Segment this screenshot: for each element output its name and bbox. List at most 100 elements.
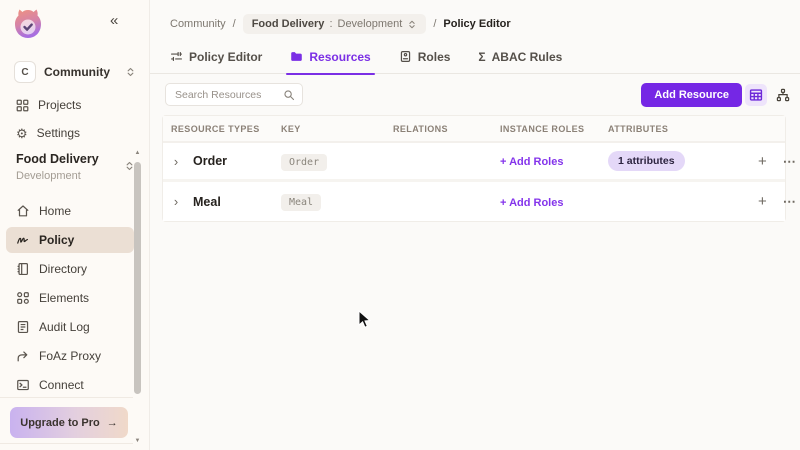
row-menu-icon[interactable]: ⋯	[783, 155, 797, 168]
breadcrumb-separator: /	[433, 18, 436, 30]
updown-caret-icon	[125, 66, 136, 78]
toolbar: Add Resource	[150, 83, 800, 109]
scrollbar-thumb[interactable]	[134, 162, 141, 394]
expand-chevron-icon[interactable]: ›	[171, 154, 181, 169]
resource-key-badge: Order	[281, 154, 327, 171]
upgrade-to-pro-button[interactable]: Upgrade to Pro →	[10, 407, 128, 438]
sidebar-item-label: Connect	[39, 378, 84, 392]
tab-policy-editor[interactable]: Policy Editor	[170, 45, 262, 74]
view-toggle	[745, 84, 794, 106]
permit-logo-icon[interactable]	[10, 6, 46, 42]
sidebar-item-projects[interactable]: Projects	[6, 92, 134, 118]
directory-book-icon	[16, 262, 30, 276]
arrow-right-icon: →	[107, 417, 118, 429]
sidebar-item-label: Directory	[39, 262, 87, 276]
resource-name[interactable]: Meal	[193, 195, 221, 209]
search-input[interactable]	[166, 89, 283, 101]
row-add-icon[interactable]: +	[758, 194, 767, 209]
sidebar-item-label: Elements	[39, 291, 89, 305]
column-header: RESOURCE TYPES	[171, 124, 281, 134]
expand-chevron-icon[interactable]: ›	[171, 194, 181, 209]
sidebar-item-settings[interactable]: ⚙ Settings	[6, 120, 134, 146]
sidebar-item-foaz-proxy[interactable]: FoAz Proxy	[6, 343, 134, 369]
grid-icon	[16, 99, 29, 112]
folder-icon	[290, 50, 303, 63]
breadcrumb-environment: Development	[338, 18, 403, 30]
main-content: Community / Food Delivery : Development …	[150, 0, 800, 450]
column-header: RELATIONS	[393, 124, 500, 134]
sidebar-item-connect[interactable]: Connect	[6, 372, 134, 398]
row-add-icon[interactable]: +	[758, 154, 767, 169]
column-header: INSTANCE ROLES	[500, 124, 608, 134]
table-header-row: RESOURCE TYPES KEY RELATIONS INSTANCE RO…	[163, 116, 785, 143]
signature-icon	[16, 233, 30, 247]
sidebar-item-label: Projects	[38, 98, 81, 112]
table-view-button[interactable]	[745, 84, 767, 106]
resources-table: RESOURCE TYPES KEY RELATIONS INSTANCE RO…	[162, 115, 786, 222]
breadcrumb: Community / Food Delivery : Development …	[170, 14, 511, 34]
search-icon[interactable]	[283, 89, 295, 101]
tab-label: Policy Editor	[189, 50, 262, 64]
proxy-arrow-icon	[16, 349, 30, 363]
sidebar-scrollbar[interactable]: ▲ ▼	[133, 150, 142, 446]
add-roles-link[interactable]: + Add Roles	[500, 156, 563, 168]
sliders-icon	[170, 50, 183, 63]
tab-roles[interactable]: Roles	[399, 45, 451, 74]
sidebar-item-policy[interactable]: Policy	[6, 227, 134, 253]
table-row: › Meal Meal + Add Roles + ⋯	[163, 182, 785, 221]
sidebar-item-label: Policy	[39, 233, 74, 247]
tab-bar: Policy Editor Resources Roles Σ ABAC Rul…	[150, 45, 800, 74]
sidebar-item-audit-log[interactable]: Audit Log	[6, 314, 134, 340]
breadcrumb-page: Policy Editor	[443, 18, 510, 30]
search-box	[165, 83, 303, 106]
updown-caret-icon	[407, 19, 417, 30]
graph-view-button[interactable]	[772, 84, 794, 106]
resource-name[interactable]: Order	[193, 154, 227, 168]
terminal-icon	[16, 378, 30, 392]
sidebar-item-elements[interactable]: Elements	[6, 285, 134, 311]
divider	[0, 443, 133, 444]
sidebar: « C Community Projects ⚙ Settings Food D…	[0, 0, 150, 450]
column-header: ATTRIBUTES	[608, 124, 758, 134]
add-roles-link[interactable]: + Add Roles	[500, 197, 563, 209]
project-environment: Development	[16, 170, 134, 182]
table-view-icon	[749, 88, 763, 102]
badge-icon	[399, 50, 412, 63]
workspace-name: Community	[44, 65, 117, 79]
divider	[0, 397, 133, 398]
sidebar-item-label: Home	[39, 204, 71, 218]
add-resource-button[interactable]: Add Resource	[641, 83, 742, 107]
sidebar-item-label: Settings	[37, 126, 80, 140]
sidebar-item-label: FoAz Proxy	[39, 349, 101, 363]
scroll-up-icon[interactable]: ▲	[134, 150, 141, 156]
sidebar-item-directory[interactable]: Directory	[6, 256, 134, 282]
resource-key-badge: Meal	[281, 194, 321, 211]
breadcrumb-root[interactable]: Community	[170, 18, 226, 30]
tab-label: Roles	[418, 50, 451, 64]
app-window: « C Community Projects ⚙ Settings Food D…	[0, 0, 800, 450]
sitemap-icon	[776, 88, 790, 102]
tab-resources[interactable]: Resources	[290, 45, 370, 74]
table-row: › Order Order + Add Roles 1 attributes +…	[163, 143, 785, 182]
audit-log-icon	[16, 320, 30, 334]
workspace-avatar: C	[14, 61, 36, 83]
workspace-selector[interactable]: C Community	[14, 60, 136, 84]
attributes-badge[interactable]: 1 attributes	[608, 151, 685, 171]
breadcrumb-colon: :	[329, 18, 332, 30]
sidebar-item-home[interactable]: Home	[6, 198, 134, 224]
breadcrumb-project-env-selector[interactable]: Food Delivery : Development	[243, 14, 427, 34]
home-icon	[16, 204, 30, 218]
tab-abac-rules[interactable]: Σ ABAC Rules	[478, 45, 562, 74]
gear-icon: ⚙	[16, 127, 28, 140]
elements-icon	[16, 291, 30, 305]
sigma-icon: Σ	[478, 50, 485, 64]
project-selector[interactable]: Food Delivery Development	[16, 152, 134, 182]
tab-label: Resources	[309, 50, 370, 64]
tab-label: ABAC Rules	[492, 50, 563, 64]
scroll-down-icon[interactable]: ▼	[134, 438, 141, 444]
row-menu-icon[interactable]: ⋯	[783, 195, 797, 208]
sidebar-item-label: Audit Log	[39, 320, 90, 334]
project-name: Food Delivery	[16, 152, 134, 166]
sidebar-collapse-icon[interactable]: «	[110, 12, 116, 29]
upgrade-label: Upgrade to Pro	[20, 417, 99, 429]
